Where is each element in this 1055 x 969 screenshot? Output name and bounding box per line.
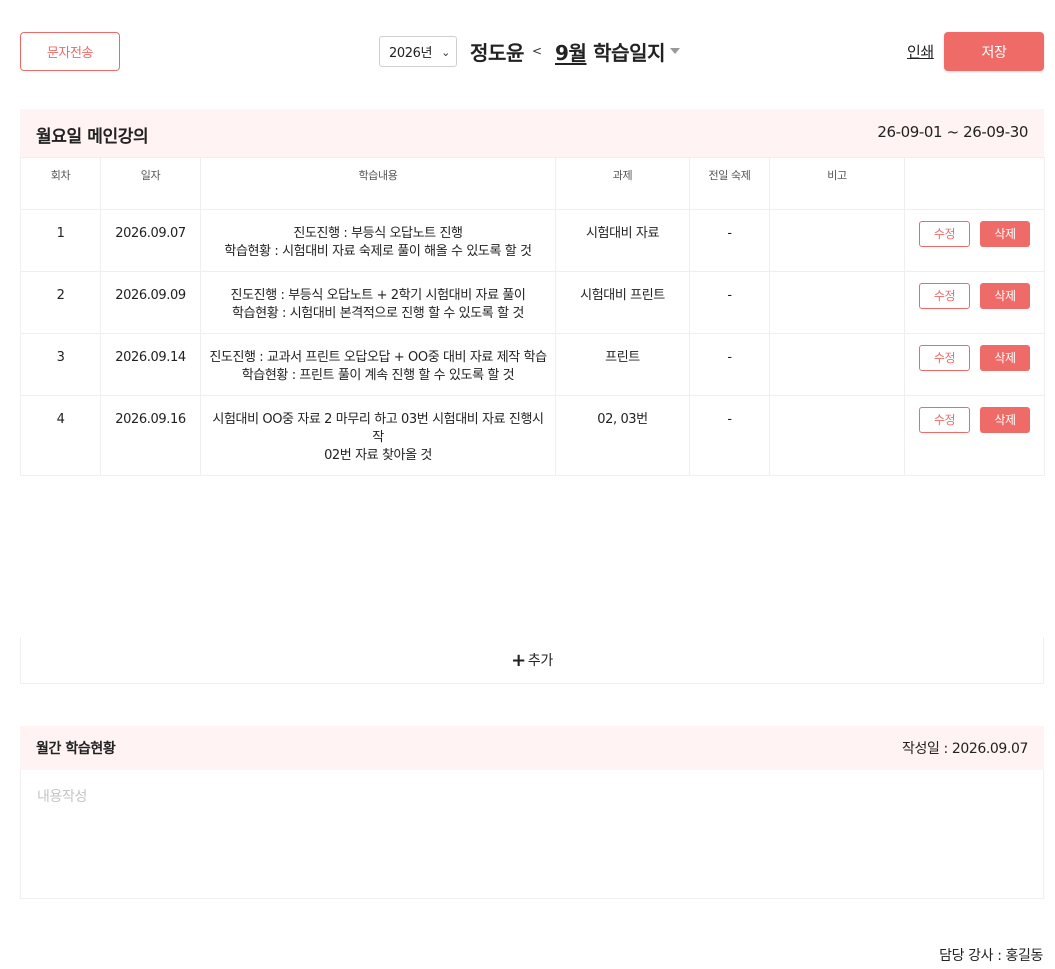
delete-button[interactable]: 삭제 — [980, 221, 1030, 247]
row-note — [769, 395, 905, 476]
monthly-status-header: 월간 학습현황 작성일 : 2026.09.07 — [20, 726, 1044, 770]
delete-button[interactable]: 삭제 — [980, 283, 1030, 309]
content-line: 학습현황 : 프린트 풀이 계속 진행 할 수 있도록 할 것 — [241, 368, 515, 383]
row-date: 2026.09.16 — [100, 395, 201, 476]
column-header-label: 전일 숙제 — [708, 169, 751, 182]
monthly-status-title: 월간 학습현황 — [36, 741, 116, 757]
month-journal-title[interactable]: 9월 학습일지 — [555, 37, 666, 66]
table-header-row: 회차 일자 학습내용 과제 전일 숙제 비고 — [20, 157, 1045, 210]
row-prev-homework: - — [689, 395, 770, 476]
row-homework: 02, 03번 — [555, 395, 690, 476]
teacher-label: 담당 강사 : 홍길동 — [939, 948, 1043, 964]
row-actions: 수정 삭제 — [904, 271, 1045, 334]
row-content: 진도진행 : 부등식 오답노트 진행학습현황 : 시험대비 자료 숙제로 풀이 … — [200, 209, 556, 272]
row-prev-homework: - — [689, 209, 770, 272]
row-number: 1 — [20, 209, 101, 272]
content-line: 학습현황 : 시험대비 본격적으로 진행 할 수 있도록 할 것 — [232, 306, 524, 321]
caret-down-icon[interactable] — [670, 48, 680, 54]
row-homework: 시험대비 프린트 — [555, 271, 690, 334]
row-note — [769, 333, 905, 396]
add-row-button[interactable]: + 추가 — [20, 637, 1044, 684]
journal-title-label: 학습일지 — [593, 41, 666, 65]
column-header: 비고 — [769, 157, 905, 210]
row-note — [769, 271, 905, 334]
row-actions: 수정 삭제 — [904, 333, 1045, 396]
content-placeholder: 내용작성 — [37, 789, 87, 805]
edit-button[interactable]: 수정 — [919, 221, 970, 247]
chevron-down-icon: ⌄ — [441, 46, 450, 59]
row-date: 2026.09.07 — [100, 209, 201, 272]
row-prev-homework: - — [689, 333, 770, 396]
sms-send-button[interactable]: 문자전송 — [20, 32, 120, 71]
student-name: 정도윤 — [470, 41, 524, 65]
row-note — [769, 209, 905, 272]
column-header: 전일 숙제 — [689, 157, 770, 210]
delete-button[interactable]: 삭제 — [980, 345, 1030, 371]
written-date: 작성일 : 2026.09.07 — [901, 741, 1028, 757]
column-header: 과제 — [555, 157, 690, 210]
column-header: 일자 — [100, 157, 201, 210]
row-content: 진도진행 : 부등식 오답노트 + 2학기 시험대비 자료 풀이학습현황 : 시… — [200, 271, 556, 334]
table-row: 1 2026.09.07 진도진행 : 부등식 오답노트 진행학습현황 : 시험… — [20, 209, 1045, 272]
save-button[interactable]: 저장 — [944, 32, 1044, 71]
content-line: 학습현황 : 시험대비 자료 숙제로 풀이 해올 수 있도록 할 것 — [224, 244, 532, 259]
row-number: 3 — [20, 333, 101, 396]
edit-button[interactable]: 수정 — [919, 283, 970, 309]
content-line: 시험대비 OO중 자료 2 마무리 하고 03번 시험대비 자료 진행시작 — [212, 412, 544, 445]
row-date: 2026.09.14 — [100, 333, 201, 396]
less-than-icon: < — [532, 44, 542, 58]
edit-button[interactable]: 수정 — [919, 345, 970, 371]
row-homework: 프린트 — [555, 333, 690, 396]
row-number: 4 — [20, 395, 101, 476]
year-value: 2026년 — [389, 46, 433, 61]
column-header — [904, 157, 1045, 210]
delete-button[interactable]: 삭제 — [980, 407, 1030, 433]
row-actions: 수정 삭제 — [904, 209, 1045, 272]
plus-icon: + — [511, 649, 526, 671]
month-label: 9월 — [555, 41, 587, 65]
row-content: 진도진행 : 교과서 프린트 오답오답 + OO중 대비 자료 제작 학습학습현… — [200, 333, 556, 396]
row-date: 2026.09.09 — [100, 271, 201, 334]
content-line: 진도진행 : 부등식 오답노트 진행 — [293, 226, 463, 241]
row-number: 2 — [20, 271, 101, 334]
monthly-content-textarea[interactable]: 내용작성 — [20, 770, 1044, 899]
row-actions: 수정 삭제 — [904, 395, 1045, 476]
row-content: 시험대비 OO중 자료 2 마무리 하고 03번 시험대비 자료 진행시작 02번… — [200, 395, 556, 476]
lecture-title: 월요일 메인강의 — [36, 127, 149, 147]
edit-button[interactable]: 수정 — [919, 407, 970, 433]
table-row: 4 2026.09.16 시험대비 OO중 자료 2 마무리 하고 03번 시험… — [20, 395, 1045, 476]
column-header: 학습내용 — [200, 157, 556, 210]
lecture-date-range: 26-09-01 ~ 26-09-30 — [877, 123, 1028, 141]
row-homework: 시험대비 자료 — [555, 209, 690, 272]
table-row: 3 2026.09.14 진도진행 : 교과서 프린트 오답오답 + OO중 대… — [20, 333, 1045, 396]
content-line: 02번 자료 찾아올 것 — [324, 448, 432, 463]
content-line: 진도진행 : 교과서 프린트 오답오답 + OO중 대비 자료 제작 학습 — [209, 350, 547, 365]
print-link[interactable]: 인쇄 — [907, 41, 934, 62]
content-line: 진도진행 : 부등식 오답노트 + 2학기 시험대비 자료 풀이 — [230, 288, 526, 303]
column-header: 회차 — [20, 157, 101, 210]
row-prev-homework: - — [689, 271, 770, 334]
lecture-header: 월요일 메인강의 26-09-01 ~ 26-09-30 — [20, 109, 1044, 157]
lecture-table: 회차 일자 학습내용 과제 전일 숙제 비고 1 2026.09.07 진도진행… — [20, 157, 1045, 476]
add-label: 추가 — [527, 653, 553, 669]
year-select[interactable]: 2026년 ⌄ — [379, 36, 457, 67]
table-row: 2 2026.09.09 진도진행 : 부등식 오답노트 + 2학기 시험대비 … — [20, 271, 1045, 334]
